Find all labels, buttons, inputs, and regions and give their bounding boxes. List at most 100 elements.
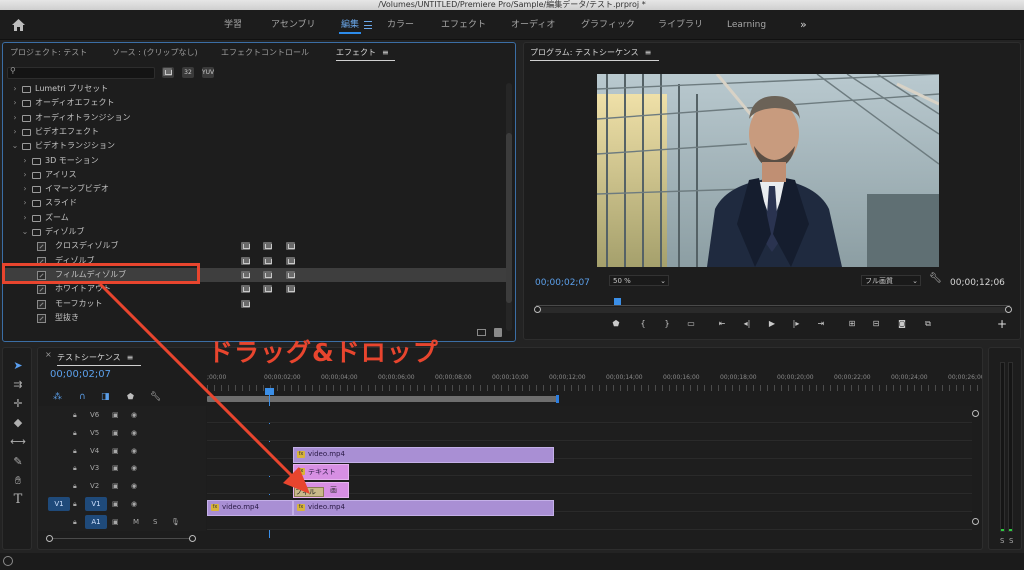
workspace-learn[interactable]: 学習 — [224, 10, 242, 40]
lock-icon[interactable]: 🔒︎ — [73, 411, 77, 420]
effect-folder-row[interactable]: ⌄ ディゾルブ — [3, 225, 507, 239]
program-scrubber[interactable] — [536, 298, 1010, 306]
lock-icon[interactable]: 🔒︎ — [73, 429, 77, 438]
zoom-bar-left-handle[interactable] — [534, 306, 541, 313]
program-timecode[interactable]: 00;00;02;07 — [535, 278, 590, 288]
settings-wrench-icon[interactable]: 🔧︎ — [929, 273, 942, 284]
add-marker-timeline-icon[interactable]: ⬟ — [127, 392, 134, 401]
mark-out-icon[interactable]: } — [661, 318, 673, 330]
mute-button[interactable]: M — [133, 518, 139, 526]
tab-effect-controls[interactable]: エフェクトコントロール — [221, 43, 309, 63]
workspace-audio[interactable]: オーディオ — [511, 10, 555, 40]
timeline-vertical-scroll[interactable] — [972, 410, 979, 525]
tab-project[interactable]: プロジェクト: テスト — [10, 43, 87, 63]
effects-scrollbar[interactable] — [506, 83, 512, 331]
track-name-label[interactable]: A1 — [85, 514, 107, 529]
workspace-effects[interactable]: エフェクト — [441, 10, 486, 40]
clip-v1-video-b[interactable]: fx video.mp4 — [293, 500, 554, 516]
chevron-right-icon[interactable]: › — [21, 182, 29, 196]
trash-icon[interactable] — [494, 328, 502, 337]
lift-icon[interactable]: ⊞ — [846, 318, 858, 330]
effect-folder-row[interactable]: › オーディオエフェクト — [3, 96, 507, 110]
go-to-in-icon[interactable]: ⇤ — [716, 318, 728, 330]
sequence-tab[interactable]: テストシーケンス ≡ — [57, 348, 151, 368]
effect-folder-row[interactable]: › アイリス — [3, 168, 507, 182]
time-ruler[interactable]: ;00;00 00;00;02;00 00;00;04;00 00;00;06;00 0… — [207, 374, 982, 406]
sync-lock-icon[interactable]: ▣ — [112, 447, 119, 455]
slip-tool-icon[interactable]: ⟷ — [10, 434, 26, 450]
add-marker-icon[interactable]: ⬟ — [610, 318, 622, 330]
timeline-timecode[interactable]: 00;00;02;07 — [50, 369, 111, 380]
lock-icon[interactable]: 🔒︎ — [73, 518, 77, 527]
home-icon[interactable] — [11, 17, 26, 31]
accelerated-effects-filter[interactable] — [162, 67, 174, 78]
source-patch-button[interactable]: V1 — [48, 497, 70, 511]
pen-tool-icon[interactable]: ✎ — [10, 454, 26, 470]
workspace-edit[interactable]: 編集 — [338, 10, 362, 40]
solo-right-button[interactable]: S — [1009, 537, 1013, 545]
solo-button[interactable]: S — [153, 518, 157, 526]
chevron-right-icon[interactable]: › — [21, 211, 29, 225]
clip-v1-video-a[interactable]: fx video.mp4 — [207, 500, 293, 516]
eye-icon[interactable]: ◉ — [131, 464, 137, 472]
type-tool-icon[interactable]: T — [10, 492, 26, 508]
effects-search-input[interactable] — [20, 68, 152, 78]
sync-lock-icon[interactable]: ▣ — [112, 482, 119, 490]
chevron-right-icon[interactable]: › — [21, 196, 29, 210]
effect-folder-row[interactable]: › Lumetri プリセット — [3, 82, 507, 96]
play-icon[interactable]: ▶ — [766, 318, 778, 330]
insert-nest-icon[interactable]: ◨ — [101, 392, 110, 402]
track-name-label[interactable]: V5 — [90, 429, 99, 437]
effects-search-box[interactable]: ⚲ — [7, 66, 155, 79]
clip-v3-text[interactable]: fx テキスト — [293, 464, 349, 480]
linked-selection-icon[interactable]: ∩ — [79, 392, 86, 402]
new-bin-icon[interactable] — [477, 329, 486, 336]
effect-item-row[interactable]: ホワイトアウト — [3, 282, 507, 296]
panel-menu-icon[interactable]: ≡ — [382, 48, 389, 57]
workspace-libraries[interactable]: ライブラリ — [658, 10, 703, 40]
clip-v4-video[interactable]: fx video.mp4 — [293, 447, 554, 463]
microphone-icon[interactable]: 🎙︎ — [171, 518, 180, 526]
track-name-label[interactable]: V4 — [90, 447, 99, 455]
effect-folder-row[interactable]: › オーディオトランジション — [3, 111, 507, 125]
safe-margins-icon[interactable]: ▭ — [685, 318, 697, 330]
32bit-filter[interactable]: 32 — [182, 67, 194, 78]
ripple-edit-tool-icon[interactable]: ✛ — [10, 396, 26, 412]
sync-lock-icon[interactable]: ▣ — [112, 411, 119, 419]
eye-icon[interactable]: ◉ — [131, 411, 137, 419]
razor-tool-icon[interactable]: ◆ — [10, 415, 26, 431]
snap-icon[interactable]: ⁂ — [53, 392, 62, 402]
export-frame-icon[interactable]: ◙ — [896, 318, 908, 330]
add-button-icon[interactable]: + — [996, 318, 1008, 330]
workspace-color[interactable]: カラー — [387, 10, 414, 40]
eye-icon[interactable]: ◉ — [131, 429, 137, 437]
chevron-right-icon[interactable]: › — [11, 96, 19, 110]
effect-folder-row[interactable]: › イマーシブビデオ — [3, 182, 507, 196]
track-select-tool-icon[interactable]: ⇉ — [10, 377, 26, 393]
effect-folder-row[interactable]: › スライド — [3, 196, 507, 210]
chevron-down-icon[interactable]: ⌄ — [21, 225, 29, 239]
quality-select[interactable]: フル画質 ⌄ — [861, 275, 921, 286]
step-back-icon[interactable]: ◂| — [741, 318, 753, 330]
workspace-learning[interactable]: Learning — [727, 10, 766, 40]
chevron-right-icon[interactable]: › — [21, 154, 29, 168]
eye-icon[interactable]: ◉ — [131, 447, 137, 455]
zoom-bar-right-handle[interactable] — [1005, 306, 1012, 313]
mark-in-icon[interactable]: { — [637, 318, 649, 330]
program-menu-icon[interactable]: ≡ — [645, 48, 652, 57]
effect-item-row[interactable]: クロスディゾルブ — [3, 239, 507, 253]
chevron-right-icon[interactable]: › — [11, 125, 19, 139]
timeline-settings-icon[interactable]: 🔧︎ — [150, 392, 161, 402]
eye-icon[interactable]: ◉ — [131, 500, 137, 508]
effect-item-row[interactable]: モーフカット — [3, 297, 507, 311]
tab-source[interactable]: ソース : (クリップなし) — [112, 43, 198, 63]
effect-item-row[interactable]: 型抜き — [3, 311, 507, 325]
sync-lock-icon[interactable]: ▣ — [112, 464, 119, 472]
close-icon[interactable]: × — [45, 350, 52, 359]
track-name-label[interactable]: V2 — [90, 482, 99, 490]
sync-lock-icon[interactable]: ▣ — [112, 500, 119, 508]
lock-icon[interactable]: 🔒︎ — [73, 464, 77, 473]
chevron-down-icon[interactable]: ⌄ — [11, 139, 19, 153]
effect-folder-row[interactable]: › 3D モーション — [3, 154, 507, 168]
track-header-scrollbar[interactable] — [46, 535, 196, 544]
